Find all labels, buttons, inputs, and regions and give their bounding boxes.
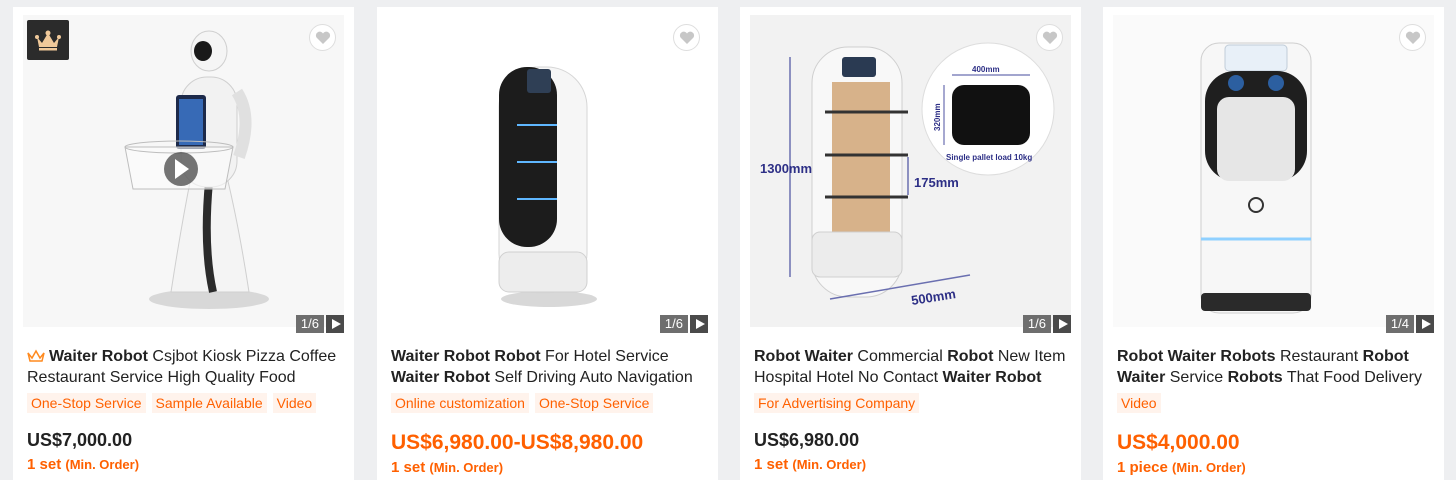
- crown-icon: [27, 349, 45, 362]
- tag: One-Stop Service: [27, 393, 146, 413]
- min-order-qty: 1 piece: [1117, 459, 1168, 476]
- image-count: 1/6: [295, 315, 324, 333]
- min-order: 1 piece (Min. Order): [1117, 459, 1246, 476]
- image-count: 1/6: [659, 315, 688, 333]
- image-counter: 1/4: [1385, 315, 1434, 333]
- title-keyword: Robot Waiter Robots: [1117, 348, 1276, 365]
- price: US$6,980.00: [754, 430, 860, 450]
- min-order: 1 set (Min. Order): [27, 456, 139, 473]
- title-text: For Hotel Service: [540, 348, 669, 365]
- price: US$7,000.00: [27, 430, 133, 450]
- image-count: 1/6: [1022, 315, 1051, 333]
- video-play-icon[interactable]: [1053, 315, 1071, 333]
- image-counter: 1/6: [1022, 315, 1071, 333]
- title-text: Commercial: [852, 348, 948, 365]
- product-card[interactable]: 1300mm 175mm 500mm 400mm 320mm Single pa…: [740, 7, 1081, 480]
- title-text: Service: [1165, 369, 1228, 386]
- premium-badge: [27, 20, 69, 60]
- title-keyword: Waiter Robot: [49, 348, 148, 365]
- tag: Video: [1117, 393, 1161, 413]
- dimension-label: 320mm: [933, 103, 942, 131]
- dimension-label: 1300mm: [760, 161, 812, 176]
- video-play-icon[interactable]: [1416, 315, 1434, 333]
- tag-list: Video: [1117, 393, 1161, 413]
- product-card[interactable]: 1/4 Robot Waiter Robots Restaurant Robot…: [1103, 7, 1444, 480]
- tag-list: Online customization One-Stop Service: [391, 393, 654, 413]
- product-card[interactable]: 1/6 Waiter Robot Csjbot Kiosk Pizza Coff…: [13, 7, 354, 480]
- robot-image: [498, 66, 597, 307]
- heart-icon: [1042, 31, 1057, 44]
- crown-icon: [35, 30, 61, 51]
- title-keyword: Robot Waiter: [754, 348, 853, 365]
- tag: For Advertising Company: [754, 393, 920, 413]
- min-order: 1 set (Min. Order): [754, 456, 866, 473]
- robot-image: [1200, 42, 1312, 314]
- product-title[interactable]: Robot Waiter Robots Restaurant Robot Wai…: [1117, 346, 1437, 388]
- dimension-label: 400mm: [972, 65, 1000, 74]
- heart-icon: [679, 31, 694, 44]
- title-text: Restaurant: [1275, 348, 1363, 365]
- title-keyword: Waiter Robot Robot: [391, 348, 541, 365]
- product-image[interactable]: 1/4: [1103, 7, 1444, 337]
- favorite-button[interactable]: [309, 24, 336, 51]
- title-keyword: Waiter Robot: [391, 369, 490, 386]
- min-order-qty: 1 set: [27, 456, 62, 473]
- image-counter: 1/6: [295, 315, 344, 333]
- heart-icon: [315, 31, 330, 44]
- product-image[interactable]: 1/6: [377, 7, 718, 337]
- min-order-qty: 1 set: [754, 456, 789, 473]
- product-card[interactable]: 1/6 Waiter Robot Robot For Hotel Service…: [377, 7, 718, 480]
- dimension-label: 175mm: [914, 175, 959, 190]
- title-text: That Food Delivery: [1282, 369, 1422, 386]
- price: US$4,000.00: [1117, 431, 1240, 454]
- price: US$6,980.00-US$8,980.00: [391, 431, 644, 454]
- image-counter: 1/6: [659, 315, 708, 333]
- title-keyword: Waiter Robot: [942, 369, 1042, 386]
- tag: Video: [272, 393, 317, 413]
- product-image[interactable]: 1/6: [13, 7, 354, 337]
- min-order-label: (Min. Order): [792, 457, 867, 472]
- image-count: 1/4: [1385, 315, 1414, 333]
- tag: Online customization: [391, 393, 529, 413]
- video-play-icon[interactable]: [690, 315, 708, 333]
- title-keyword: Robot: [947, 348, 994, 365]
- product-image[interactable]: 1300mm 175mm 500mm 400mm 320mm Single pa…: [740, 7, 1081, 337]
- tag-list: One-Stop Service Sample Available Video: [27, 393, 317, 413]
- min-order-qty: 1 set: [391, 459, 426, 476]
- favorite-button[interactable]: [673, 24, 700, 51]
- favorite-button[interactable]: [1036, 24, 1063, 51]
- min-order-label: (Min. Order): [1172, 460, 1246, 475]
- min-order-label: (Min. Order): [429, 460, 504, 475]
- favorite-button[interactable]: [1399, 24, 1426, 51]
- dimension-label: Single pallet load 10kg: [946, 153, 1032, 162]
- tag: One-Stop Service: [534, 393, 654, 413]
- tag-list: For Advertising Company: [754, 393, 920, 413]
- title-keyword: Robots: [1227, 369, 1283, 386]
- product-title[interactable]: Robot Waiter Commercial Robot New Item H…: [754, 346, 1074, 388]
- dimension-label: 500mm: [910, 286, 957, 308]
- video-play-icon[interactable]: [326, 315, 344, 333]
- product-title[interactable]: Waiter Robot Robot For Hotel Service Wai…: [391, 346, 711, 388]
- tag: Sample Available: [151, 393, 267, 413]
- product-title[interactable]: Waiter Robot Csjbot Kiosk Pizza Coffee R…: [27, 346, 347, 388]
- title-text: Self Driving Auto Navigation: [489, 369, 693, 386]
- heart-icon: [1405, 31, 1420, 44]
- robot-image: 1300mm 175mm 500mm 400mm 320mm Single pa…: [760, 42, 1055, 308]
- min-order: 1 set (Min. Order): [391, 459, 503, 476]
- min-order-label: (Min. Order): [65, 457, 140, 472]
